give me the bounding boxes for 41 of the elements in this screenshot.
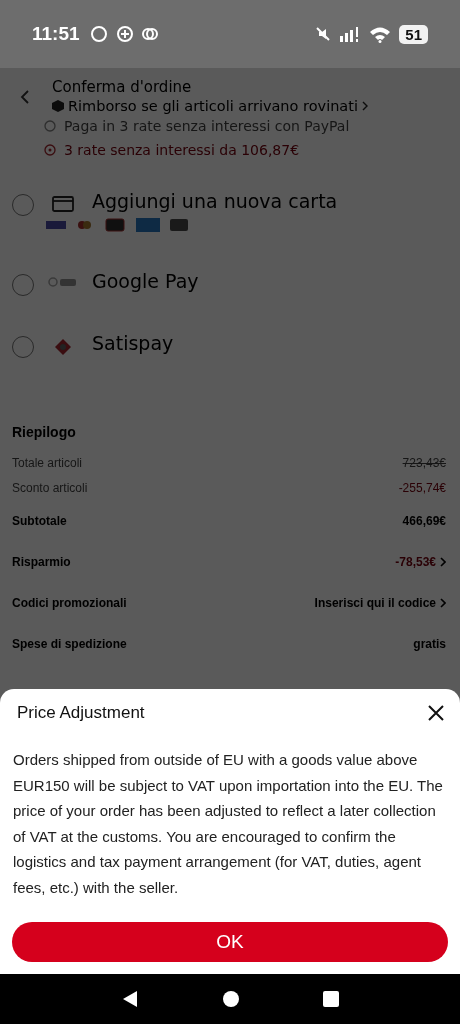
summary-label: Codici promozionali	[12, 595, 127, 610]
summary-label: Spese di spedizione	[12, 636, 127, 651]
wifi-icon	[369, 25, 392, 43]
battery-level: 51	[399, 24, 428, 44]
back-icon[interactable]	[121, 990, 140, 1008]
recents-icon[interactable]	[322, 991, 339, 1007]
dialog-title: Price Adjustment	[17, 703, 145, 723]
ok-button[interactable]: OK	[12, 922, 448, 962]
installment-text: 3 rate senza interessi da 106,87€	[64, 142, 300, 158]
chat-plus-icon	[115, 25, 134, 43]
summary-label: Totale articoli	[12, 455, 83, 470]
chevron-right-icon	[440, 556, 446, 567]
refund-link[interactable]: Rimborso se gli articoli arrivano rovinati	[68, 98, 358, 114]
payment-option-label[interactable]: Aggiungi una nuova carta	[92, 190, 338, 212]
dialog-message: Orders shipped from outside of EU with a goods value above EUR150 will be subject to VAT upon importation into the EU. The price of your order has been adjusted to reflect a later collection of VAT at the customs. You are encouraged to confirm the logistics and tax payment arrangement (for VAT, duties, agent fees, etc.) with the seller.	[12, 750, 444, 898]
summary-value[interactable]: -78,53€	[395, 554, 436, 569]
summary-value: 466,69€	[402, 513, 446, 528]
close-button[interactable]	[428, 705, 444, 721]
section-title: Riepilogo	[12, 424, 77, 440]
status-time: 11:51	[32, 23, 80, 45]
credit-card-icon	[52, 196, 74, 212]
info-icon	[44, 144, 56, 156]
box-icon	[52, 100, 64, 112]
summary-value: gratis	[413, 636, 446, 651]
chevron-right-icon	[440, 597, 446, 608]
summary-label: Sconto articoli	[12, 480, 88, 495]
summary-label: Risparmio	[12, 554, 71, 569]
summary-value: -255,74€	[398, 480, 446, 495]
summary-value: 723,43€	[402, 455, 446, 470]
installment-text: Paga in 3 rate senza interessi con PayPal	[64, 118, 350, 134]
wallet-logo-icon	[48, 276, 78, 288]
home-icon[interactable]	[222, 990, 240, 1008]
summary-value[interactable]: Inserisci qui il codice	[314, 595, 436, 610]
summary-label: Subtotale	[12, 513, 67, 528]
info-icon	[44, 120, 56, 132]
payment-option-label[interactable]: Satispay	[92, 332, 174, 354]
payment-option-label[interactable]: Google Pay	[92, 270, 199, 292]
mute-icon	[315, 26, 332, 42]
satispay-logo-icon	[54, 338, 72, 356]
chevron-right-icon	[361, 101, 368, 111]
page-title: Conferma d'ordine	[52, 78, 193, 96]
